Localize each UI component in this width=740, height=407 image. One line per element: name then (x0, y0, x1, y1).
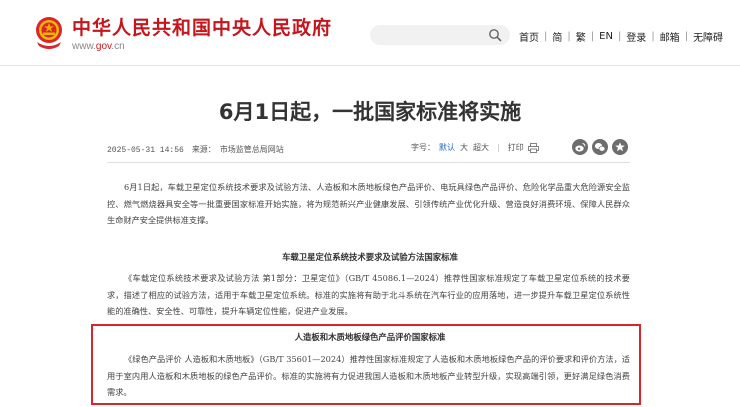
font-size-label: 字号： (411, 143, 435, 152)
nav-login[interactable]: 登录 (626, 29, 646, 44)
nav-separator: | (567, 31, 571, 42)
nav-separator: | (684, 31, 689, 42)
site-url-prefix: www. (72, 41, 96, 52)
source-name: 市场监管总局网站 (219, 145, 284, 154)
source-label: 来源： (191, 145, 216, 154)
site-url: www.gov.cn (72, 41, 125, 52)
section-heading-wood-panels: 人造板和木质地板绿色产品评价国家标准 (294, 332, 446, 342)
nav-separator: | (651, 31, 655, 42)
paragraph-vehicle-positioning: 《车载定位系统技术要求及试验方法 第1部分：卫星定位》（GB/T 45086.1… (107, 273, 630, 316)
star-glyph-icon (615, 142, 625, 152)
article-title: 6月1日起，一批国家标准将实施 (218, 100, 522, 124)
nav-separator: | (617, 31, 622, 42)
weibo-share-icon[interactable] (572, 139, 588, 155)
wechat-glyph-icon (594, 143, 606, 152)
tools-divider: | (497, 143, 500, 152)
meta-divider (107, 162, 630, 163)
top-nav: 首页 | 简 | 繁 | EN | 登录 | 邮箱 | 无障碍 (519, 29, 723, 44)
nav-traditional[interactable]: 繁 (576, 29, 586, 44)
wechat-share-icon[interactable] (592, 139, 608, 155)
national-emblem-icon[interactable] (33, 14, 65, 50)
nav-simplified[interactable]: 简 (552, 29, 562, 44)
article-meta: 2025-05-31 14:56 来源： 市场监管总局网站 (107, 144, 284, 155)
nav-mail[interactable]: 邮箱 (660, 29, 680, 44)
article-tools: 字号： 默认 大 超大 | 打印 (411, 142, 539, 153)
nav-english[interactable]: EN (599, 31, 613, 42)
search-input[interactable] (370, 25, 510, 45)
nav-home[interactable]: 首页 (519, 29, 539, 44)
section-heading-vehicle-positioning: 车载卫星定位系统技术要求及试验方法国家标准 (282, 252, 458, 262)
site-url-gov: gov (95, 41, 112, 52)
publish-date: 2025-05-31 14:56 (107, 146, 184, 155)
site-header: 中华人民共和国中央人民政府 www.gov.cn 首页 | 简 | 繁 | EN | 登… (0, 0, 740, 66)
font-size-large[interactable]: 大 (460, 142, 468, 153)
nav-separator: | (544, 31, 548, 42)
print-label[interactable]: 打印 (508, 142, 524, 153)
search-icon[interactable] (488, 28, 502, 42)
font-size-default[interactable]: 默认 (439, 142, 455, 153)
font-size-xlarge[interactable]: 超大 (473, 142, 489, 153)
paragraph-wood-panels: 《绿色产品评价 人造板和木质地板》（GB/T 35601—2024）推荐性国家标… (107, 354, 630, 397)
favorite-share-icon[interactable] (612, 139, 628, 155)
print-icon[interactable] (527, 142, 539, 153)
nav-accessibility[interactable]: 无障碍 (693, 29, 723, 44)
weibo-glyph-icon (575, 143, 586, 152)
paragraph-intro: 6月1日起，车载卫星定位系统技术要求及试验方法、人造板和木质地板绿色产品评价、电… (107, 182, 630, 225)
site-url-suffix: .cn (111, 41, 125, 52)
site-title[interactable]: 中华人民共和国中央人民政府 (72, 13, 332, 40)
nav-separator: | (590, 31, 595, 42)
